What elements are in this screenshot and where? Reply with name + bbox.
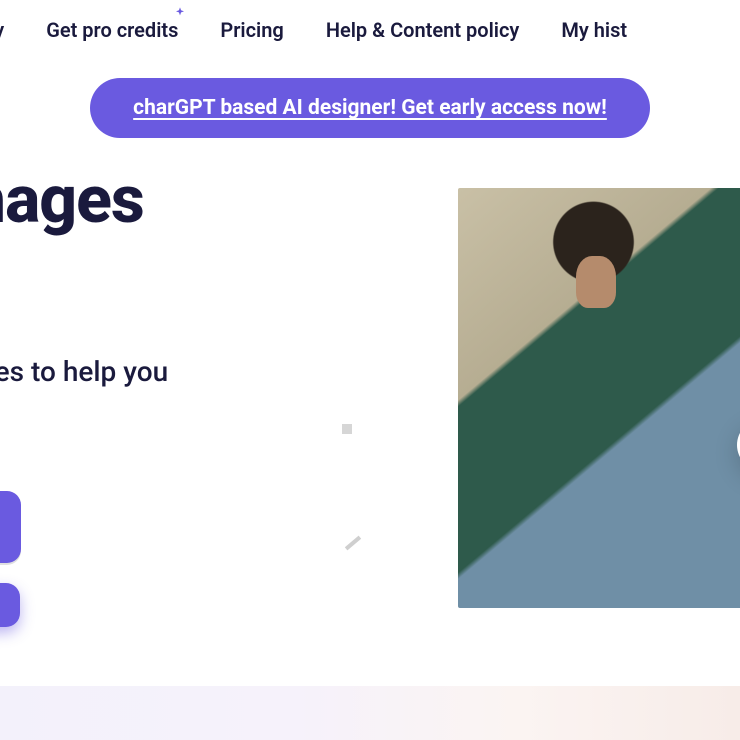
- nav-help-policy[interactable]: Help & Content policy: [326, 18, 520, 42]
- sparkle-icon: [172, 6, 188, 22]
- nav-community[interactable]: unity: [0, 18, 4, 42]
- generate-image-button[interactable]: mage: [0, 491, 21, 563]
- promo-banner[interactable]: charGPT based AI designer! Get early acc…: [90, 78, 650, 138]
- top-nav: unity Get pro credits Pricing Help & Con…: [0, 0, 740, 60]
- nav-get-pro-credits-label: Get pro credits: [46, 18, 178, 42]
- secondary-cta-button[interactable]: [0, 583, 20, 627]
- promo-banner-link[interactable]: charGPT based AI designer! Get early acc…: [133, 96, 607, 120]
- nav-pricing[interactable]: Pricing: [220, 18, 283, 42]
- footer-gradient: [0, 686, 740, 740]
- nav-get-pro-credits[interactable]: Get pro credits: [46, 18, 178, 42]
- hero-section: g images sed images to help you mage A: [0, 166, 740, 627]
- decoration-dot: [342, 424, 352, 434]
- nav-my-history[interactable]: My hist: [561, 18, 627, 42]
- hero-image: [458, 188, 740, 608]
